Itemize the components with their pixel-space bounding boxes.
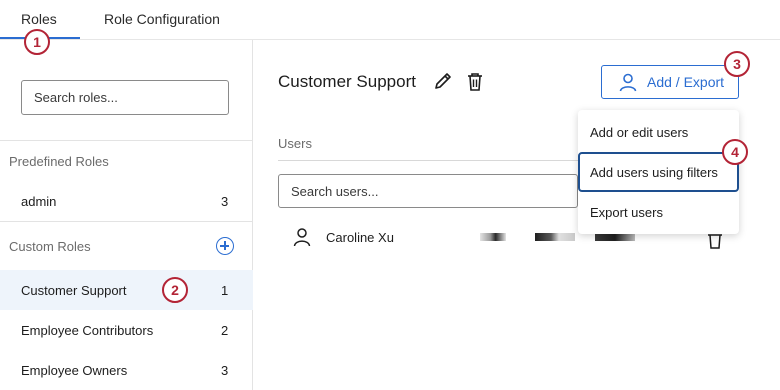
role-name: Employee Contributors	[21, 322, 154, 338]
tab-role-configuration[interactable]: Role Configuration	[104, 11, 220, 27]
search-roles-input[interactable]: Search roles...	[21, 80, 229, 115]
sidebar-divider	[0, 221, 253, 222]
add-export-menu: Add or edit users Add users using filter…	[578, 110, 739, 234]
redacted-field	[480, 233, 506, 241]
tab-bar: Roles Role Configuration	[0, 0, 780, 40]
search-users-placeholder: Search users...	[291, 183, 379, 199]
menu-item-export-users[interactable]: Export users	[578, 192, 739, 232]
role-row-employee-owners[interactable]: Employee Owners 3	[0, 350, 253, 390]
user-avatar-icon	[292, 227, 312, 252]
role-name: Employee Owners	[21, 362, 128, 378]
users-section-label: Users	[278, 136, 312, 151]
role-count: 3	[221, 362, 229, 378]
menu-item-add-or-edit-users[interactable]: Add or edit users	[578, 112, 739, 152]
role-count: 2	[221, 322, 229, 338]
role-count: 1	[221, 282, 229, 298]
role-name: Customer Support	[21, 282, 127, 298]
role-row-employee-contributors[interactable]: Employee Contributors 2	[0, 310, 253, 350]
redacted-field	[535, 233, 575, 241]
callout-badge: 4	[722, 139, 748, 165]
add-export-button[interactable]: Add / Export	[601, 65, 739, 99]
predefined-roles-header: Predefined Roles	[9, 154, 109, 169]
callout-badge: 2	[162, 277, 188, 303]
redacted-field	[595, 233, 635, 241]
role-count: 3	[221, 193, 229, 209]
pencil-icon[interactable]	[432, 70, 454, 97]
remove-user-trash-icon[interactable]	[706, 231, 724, 254]
user-icon	[618, 72, 638, 95]
callout-badge: 1	[24, 29, 50, 55]
add-role-icon[interactable]	[216, 237, 234, 255]
search-roles-placeholder: Search roles...	[34, 90, 118, 105]
role-row-customer-support[interactable]: Customer Support 1	[0, 270, 253, 310]
menu-item-add-users-using-filters[interactable]: Add users using filters	[578, 152, 739, 192]
custom-roles-header: Custom Roles	[9, 239, 91, 254]
tab-roles[interactable]: Roles	[21, 11, 57, 27]
sidebar-divider	[0, 140, 253, 141]
user-name: Caroline Xu	[326, 230, 394, 245]
search-users-input[interactable]: Search users...	[278, 174, 578, 208]
role-row-admin[interactable]: admin 3	[0, 181, 253, 221]
role-title: Customer Support	[278, 72, 416, 91]
trash-icon[interactable]	[465, 71, 485, 98]
callout-badge: 3	[724, 51, 750, 77]
roles-sidebar: Search roles... Predefined Roles admin 3…	[0, 40, 253, 390]
role-name: admin	[21, 193, 57, 209]
add-export-label: Add / Export	[647, 74, 725, 90]
